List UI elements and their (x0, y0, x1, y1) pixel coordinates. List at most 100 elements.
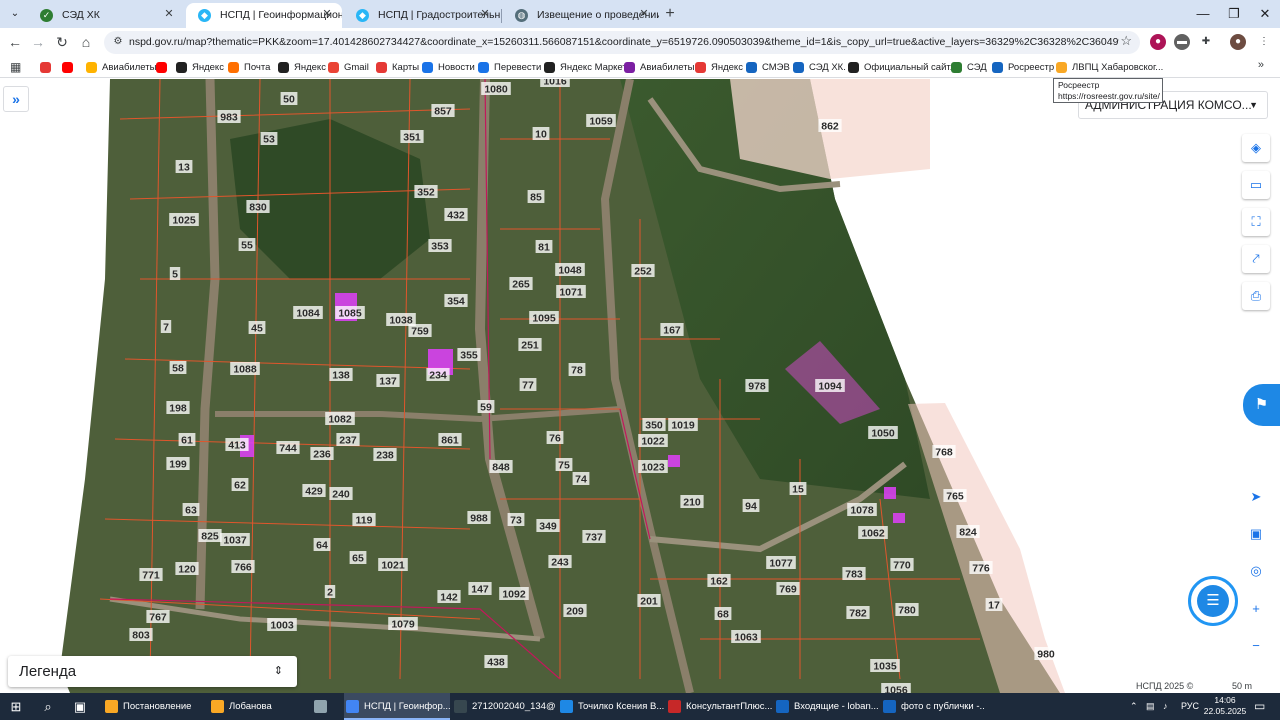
bookmark-7[interactable]: Gmail (328, 59, 369, 76)
parcel-number-label[interactable]: 857 (434, 106, 452, 118)
back-arrow-icon[interactable]: ← (4, 32, 26, 52)
network-icon[interactable]: ▤ (1146, 693, 1155, 720)
parcel-number-label[interactable]: 1088 (233, 364, 257, 376)
bookmark-6[interactable]: Яндекс (278, 59, 326, 76)
parcel-number-label[interactable]: 1080 (484, 84, 508, 96)
zoom-out-icon[interactable]: − (1242, 632, 1270, 660)
parcel-number-label[interactable]: 1056 (884, 685, 908, 694)
parcel-number-label[interactable]: 199 (169, 459, 187, 471)
extension-icon[interactable]: ● (1150, 34, 1166, 50)
taskbar-app-6[interactable]: КонсультантПлюс... (666, 693, 772, 720)
parcel-number-label[interactable]: 85 (530, 192, 542, 204)
select-area-icon[interactable]: ⛶ (1242, 208, 1270, 236)
parcel-number-label[interactable]: 1022 (641, 436, 665, 448)
parcel-number-label[interactable]: 1035 (873, 661, 897, 673)
bookmark-4[interactable]: Яндекс (176, 59, 224, 76)
bookmarks-more-button[interactable]: » (1258, 59, 1264, 71)
parcel-number-label[interactable]: 147 (471, 584, 489, 596)
parcel-number-label[interactable]: 55 (241, 240, 253, 252)
url-text[interactable]: nspd.gov.ru/map?thematic=PKK&zoom=17.401… (129, 36, 1119, 48)
parcel-number-label[interactable]: 2 (327, 587, 333, 599)
bookmark-13[interactable]: Яндекс (695, 59, 743, 76)
close-icon[interactable]: ✕ (162, 7, 176, 21)
parcel-number-label[interactable]: 75 (558, 460, 570, 472)
parcel-number-label[interactable]: 1095 (532, 313, 556, 325)
tab-nspd-urban[interactable]: ◆ НСПД | Градостроительная пр ✕ (344, 3, 500, 28)
bookmark-3[interactable] (156, 59, 172, 76)
parcel-number-label[interactable]: 768 (935, 447, 953, 459)
bookmark-12[interactable]: Авиабилеты (624, 59, 694, 76)
task-view-icon[interactable]: ▣ (70, 697, 90, 717)
parcel-number-label[interactable]: 1078 (850, 505, 874, 517)
parcel-number-label[interactable]: 53 (263, 134, 275, 146)
taskbar-app-7[interactable]: Входящие - loban... (774, 693, 880, 720)
parcel-number-label[interactable]: 94 (745, 501, 757, 513)
bookmark-8[interactable]: Карты (376, 59, 419, 76)
help-assistant-icon[interactable]: ⚑ (1243, 384, 1280, 426)
bookmark-14[interactable]: СМЭВ (746, 59, 790, 76)
parcel-number-label[interactable]: 769 (779, 584, 797, 596)
parcel-number-label[interactable]: 349 (539, 521, 557, 533)
parcel-number-label[interactable]: 1003 (270, 620, 294, 632)
taskbar-app-4[interactable]: 2712002040_134@r... (452, 693, 556, 720)
bookmark-0[interactable] (40, 59, 56, 76)
parcel-number-label[interactable]: 243 (551, 557, 569, 569)
expand-sidebar-icon[interactable]: » (3, 86, 29, 112)
bookmark-2[interactable]: Авиабилеты (86, 59, 156, 76)
taskbar-app-5[interactable]: Точилко Ксения В... (558, 693, 664, 720)
parcel-number-label[interactable]: 7 (163, 322, 169, 334)
parcel-number-label[interactable]: 10 (535, 129, 547, 141)
parcel-number-label[interactable]: 780 (898, 605, 916, 617)
bookmark-19[interactable]: ЛВПЦ Хабаровског... (1056, 59, 1163, 76)
layers-icon[interactable]: ◈ (1242, 134, 1270, 162)
bookmark-5[interactable]: Почта (228, 59, 270, 76)
parcel-number-label[interactable]: 980 (1037, 649, 1055, 661)
extension-icon[interactable]: ▬ (1174, 34, 1190, 50)
parcel-number-label[interactable]: 783 (845, 569, 863, 581)
parcel-number-label[interactable]: 803 (132, 630, 150, 642)
reload-icon[interactable]: ↻ (51, 32, 73, 52)
tab-search-icon[interactable]: ⌄ (6, 5, 24, 23)
start-icon[interactable]: ⊞ (6, 697, 26, 717)
parcel-number-label[interactable]: 1016 (543, 79, 567, 88)
parcel-number-label[interactable]: 1079 (391, 619, 415, 631)
parcel-number-label[interactable]: 68 (717, 609, 729, 621)
parcel-number-label[interactable]: 766 (234, 562, 252, 574)
taskbar-app-3[interactable]: НСПД | Геоинфор... (344, 693, 450, 720)
parcel-number-label[interactable]: 17 (988, 600, 1000, 612)
volume-icon[interactable]: ♪ (1163, 693, 1168, 720)
parcel-number-label[interactable]: 265 (512, 279, 530, 291)
ruler-icon[interactable]: ▭ (1242, 171, 1270, 199)
parcel-number-label[interactable]: 830 (249, 202, 267, 214)
taskbar-app-2[interactable] (312, 693, 344, 720)
tab-auction-notice[interactable]: ◍ Извещение о проведении аук ✕ (503, 3, 659, 28)
parcel-number-label[interactable]: 201 (640, 596, 658, 608)
bookmark-11[interactable]: Яндекс Маркет (544, 59, 627, 76)
parcel-number-label[interactable]: 209 (566, 606, 584, 618)
parcel-number-label[interactable]: 119 (356, 515, 373, 527)
parcel-number-label[interactable]: 771 (142, 570, 160, 582)
parcel-number-label[interactable]: 62 (234, 480, 246, 492)
parcel-number-label[interactable]: 1025 (172, 215, 196, 227)
navigate-icon[interactable]: ➤ (1242, 483, 1270, 511)
map-canvas[interactable]: 983 50 857 1080 1016 53 351 1059 10 862 13 352 85 830… (0, 79, 1280, 693)
parcel-number-label[interactable]: 978 (748, 381, 766, 393)
parcel-number-label[interactable]: 78 (571, 365, 583, 377)
close-icon[interactable]: ✕ (637, 7, 651, 21)
parcel-number-label[interactable]: 350 (645, 420, 663, 432)
map-view[interactable]: 983 50 857 1080 1016 53 351 1059 10 862 13 352 85 830… (0, 79, 1280, 693)
bookmark-1[interactable] (62, 59, 78, 76)
taskbar-app-1[interactable]: Лобанова (209, 693, 313, 720)
parcel-number-label[interactable]: 1037 (223, 535, 247, 547)
extensions-puzzle-icon[interactable]: ✚ (1198, 34, 1214, 50)
parcel-number-label[interactable]: 825 (201, 531, 219, 543)
zoom-in-icon[interactable]: + (1242, 595, 1270, 623)
parcel-number-label[interactable]: 983 (220, 112, 238, 124)
minimap-icon[interactable]: ▣ (1242, 520, 1270, 548)
parcel-number-label[interactable]: 13 (178, 162, 190, 174)
parcel-number-label[interactable]: 240 (332, 489, 350, 501)
parcel-number-label[interactable]: 1050 (871, 428, 895, 440)
tab-sed-hk[interactable]: ✓ СЭД ХК ✕ (28, 3, 184, 28)
clock[interactable]: 14:06 22.05.2025 (1200, 695, 1250, 717)
parcel-number-label[interactable]: 353 (431, 241, 449, 253)
